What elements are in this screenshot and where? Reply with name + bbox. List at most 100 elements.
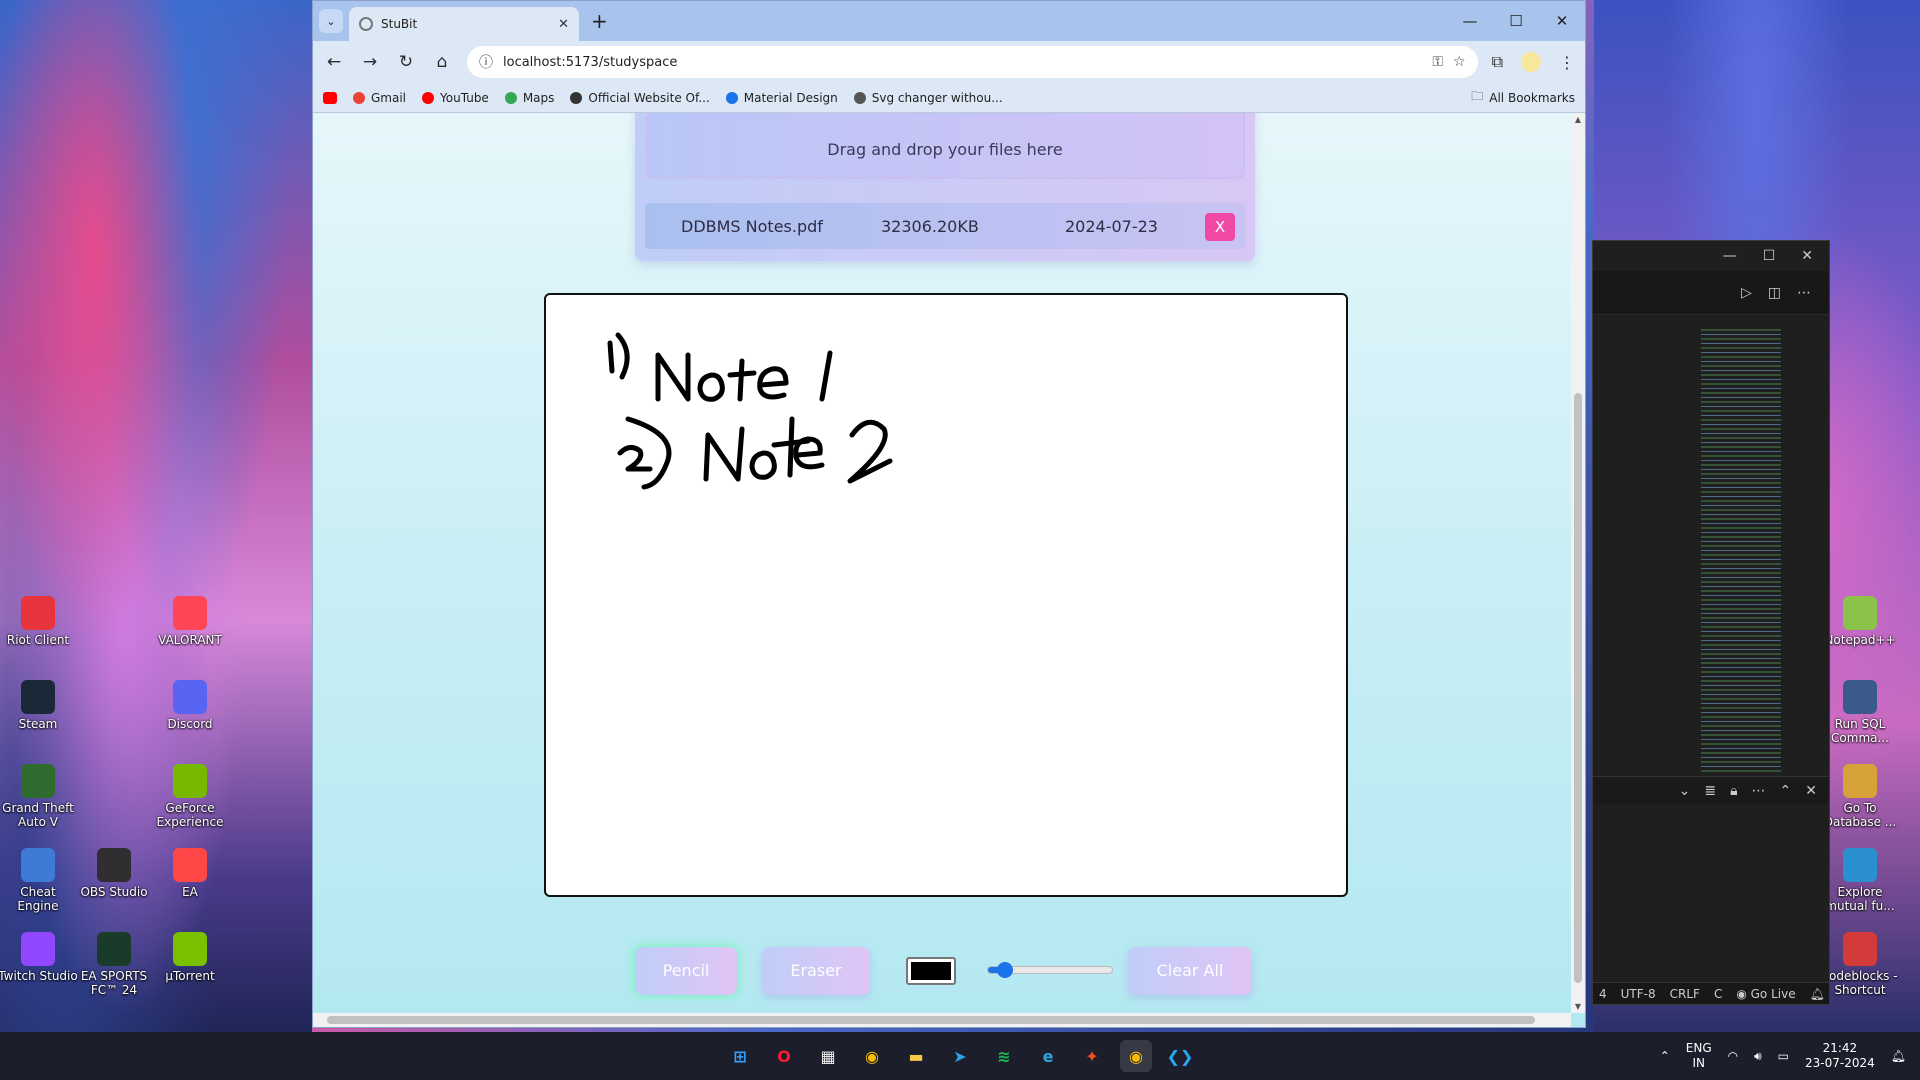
home-icon[interactable]: ⌂	[431, 52, 453, 72]
bookmark-item[interactable]: Maps	[504, 91, 554, 105]
bookmark-item[interactable]: YouTube	[422, 91, 489, 105]
file-dropzone[interactable]: Drag and drop your files here	[645, 113, 1245, 179]
spotify-icon[interactable]: ≋	[988, 1040, 1020, 1072]
drawing-canvas[interactable]	[544, 293, 1348, 897]
close-icon[interactable]: ✕	[1805, 783, 1817, 799]
desktop-shortcut[interactable]: Discord	[150, 680, 230, 731]
file-name[interactable]: DDBMS Notes.pdf	[681, 217, 823, 236]
store-icon[interactable]: ▦	[812, 1040, 844, 1072]
desktop-shortcut-label: EA	[182, 885, 198, 899]
site-info-icon[interactable]: ⓘ	[479, 52, 493, 72]
all-bookmarks[interactable]: 🗀 All Bookmarks	[1471, 87, 1575, 108]
list-icon[interactable]: ≣	[1704, 783, 1716, 799]
new-tab-button[interactable]: +	[591, 9, 608, 33]
language-indicator[interactable]: ENG IN	[1686, 1041, 1712, 1071]
file-row[interactable]: DDBMS Notes.pdf 32306.20KB 2024-07-23 X	[645, 203, 1245, 249]
desktop-shortcut[interactable]: GeForce Experience	[150, 764, 230, 829]
chevron-down-icon[interactable]: ⌄	[1679, 783, 1691, 799]
desktop-shortcut[interactable]: µTorrent	[150, 932, 230, 983]
desktop-shortcut[interactable]: EA	[150, 848, 230, 899]
profile-avatar[interactable]	[1521, 52, 1541, 72]
status-eol[interactable]: CRLF	[1670, 987, 1700, 1001]
desktop-shortcut[interactable]: Notepad++	[1820, 596, 1900, 647]
bell-icon[interactable]: 🔔︎	[1810, 987, 1825, 1001]
address-bar[interactable]: ⓘ localhost:5173/studyspace ⚿ ☆	[467, 46, 1478, 78]
bookmark-item[interactable]: Material Design	[725, 91, 838, 105]
file-explorer-icon[interactable]: ▬	[900, 1040, 932, 1072]
status-language[interactable]: C	[1714, 987, 1722, 1001]
telegram-icon[interactable]: ➤	[944, 1040, 976, 1072]
slider-knob[interactable]	[996, 962, 1013, 978]
url-text[interactable]: localhost:5173/studyspace	[503, 55, 1422, 70]
lock-icon[interactable]: 🔒︎	[1730, 783, 1737, 799]
figma-icon[interactable]: ✦	[1076, 1040, 1108, 1072]
bookmark-star-icon[interactable]: ☆	[1453, 54, 1466, 70]
maximize-icon[interactable]: ☐	[1763, 248, 1776, 264]
color-picker[interactable]	[906, 957, 956, 985]
status-go-live[interactable]: ◉ Go Live	[1736, 987, 1795, 1001]
bookmark-youtube-app[interactable]	[323, 91, 337, 104]
desktop-shortcut[interactable]: VALORANT	[150, 596, 230, 647]
minimize-icon[interactable]: —	[1447, 1, 1493, 41]
menu-icon[interactable]: ⋮	[1559, 53, 1575, 72]
vscode-icon[interactable]: ❮❯	[1164, 1040, 1196, 1072]
split-editor-icon[interactable]: ◫	[1768, 285, 1781, 301]
desktop-shortcut[interactable]: Cheat Engine	[0, 848, 78, 913]
vscode-minimap[interactable]	[1701, 329, 1781, 774]
desktop-shortcut[interactable]: Explore mutual fu...	[1820, 848, 1900, 913]
more-icon[interactable]: ⋯	[1797, 285, 1811, 301]
reload-icon[interactable]: ↻	[395, 52, 417, 72]
scroll-down-icon[interactable]: ▼	[1571, 1002, 1585, 1011]
notification-bell-icon[interactable]: 🔔︎	[1891, 1049, 1906, 1063]
desktop-shortcut[interactable]: OBS Studio	[74, 848, 154, 899]
forward-icon[interactable]: →	[359, 52, 381, 72]
bookmark-item[interactable]: Svg changer withou...	[853, 91, 1003, 105]
desktop-shortcut[interactable]: Riot Client	[0, 596, 78, 647]
scroll-up-icon[interactable]: ▲	[1571, 115, 1585, 124]
delete-file-button[interactable]: X	[1205, 213, 1235, 241]
scroll-thumb[interactable]	[1574, 393, 1582, 983]
vertical-scrollbar[interactable]: ▲ ▼	[1571, 113, 1585, 1013]
volume-icon[interactable]: 🔊︎	[1754, 1049, 1762, 1064]
stroke-size-slider[interactable]	[987, 962, 1113, 978]
close-icon[interactable]: ✕	[1539, 1, 1585, 41]
clear-all-button[interactable]: Clear All	[1128, 947, 1252, 995]
desktop-shortcut[interactable]: Twitch Studio	[0, 932, 78, 983]
desktop-shortcut[interactable]: Go To Database ...	[1820, 764, 1900, 829]
clock[interactable]: 21:42 23-07-2024	[1805, 1041, 1875, 1071]
opera-icon[interactable]: O	[768, 1040, 800, 1072]
chevron-up-icon[interactable]: ⌃	[1780, 783, 1792, 799]
desktop-shortcut[interactable]: Run SQL Comma...	[1820, 680, 1900, 745]
battery-icon[interactable]: ▭	[1778, 1049, 1789, 1063]
horizontal-scrollbar[interactable]	[313, 1013, 1571, 1027]
tab-stubit[interactable]: StuBit ✕	[349, 7, 579, 41]
tab-search-button[interactable]: ⌄	[319, 9, 343, 33]
status-encoding[interactable]: UTF-8	[1621, 987, 1656, 1001]
vscode-window[interactable]: — ☐ ✕ ▷ ◫ ⋯ ⌄ ≣ 🔒︎ ⋯ ⌃ ✕ 4 UTF-8 CRLF C …	[1592, 240, 1830, 1005]
chevron-up-icon[interactable]: ⌃	[1660, 1049, 1670, 1063]
extensions-icon[interactable]: ⧉	[1492, 52, 1503, 72]
close-tab-icon[interactable]: ✕	[558, 17, 569, 32]
chrome-active-icon[interactable]: ◉	[1120, 1040, 1152, 1072]
password-key-icon[interactable]: ⚿	[1432, 54, 1443, 70]
close-icon[interactable]: ✕	[1801, 248, 1813, 264]
desktop-shortcut[interactable]: Steam	[0, 680, 78, 731]
edge-icon[interactable]: e	[1032, 1040, 1064, 1072]
more-icon[interactable]: ⋯	[1752, 783, 1766, 799]
bookmark-item[interactable]: Gmail	[353, 91, 406, 105]
wifi-icon[interactable]: ◠	[1728, 1049, 1738, 1063]
run-icon[interactable]: ▷	[1741, 285, 1752, 301]
pencil-button[interactable]: Pencil	[635, 947, 737, 995]
desktop-shortcut[interactable]: Grand Theft Auto V	[0, 764, 78, 829]
scroll-thumb[interactable]	[327, 1016, 1535, 1024]
minimize-icon[interactable]: —	[1723, 248, 1737, 264]
bookmark-item[interactable]: Official Website Of...	[570, 91, 710, 105]
maximize-icon[interactable]: ☐	[1493, 1, 1539, 41]
desktop-shortcut[interactable]: codeblocks - Shortcut	[1820, 932, 1900, 997]
back-icon[interactable]: ←	[323, 52, 345, 72]
desktop-shortcut[interactable]: EA SPORTS FC™ 24	[74, 932, 154, 997]
chrome-icon[interactable]: ◉	[856, 1040, 888, 1072]
status-item[interactable]: 4	[1599, 987, 1607, 1001]
windows-start-icon[interactable]: ⊞	[724, 1040, 756, 1072]
eraser-button[interactable]: Eraser	[762, 947, 870, 995]
